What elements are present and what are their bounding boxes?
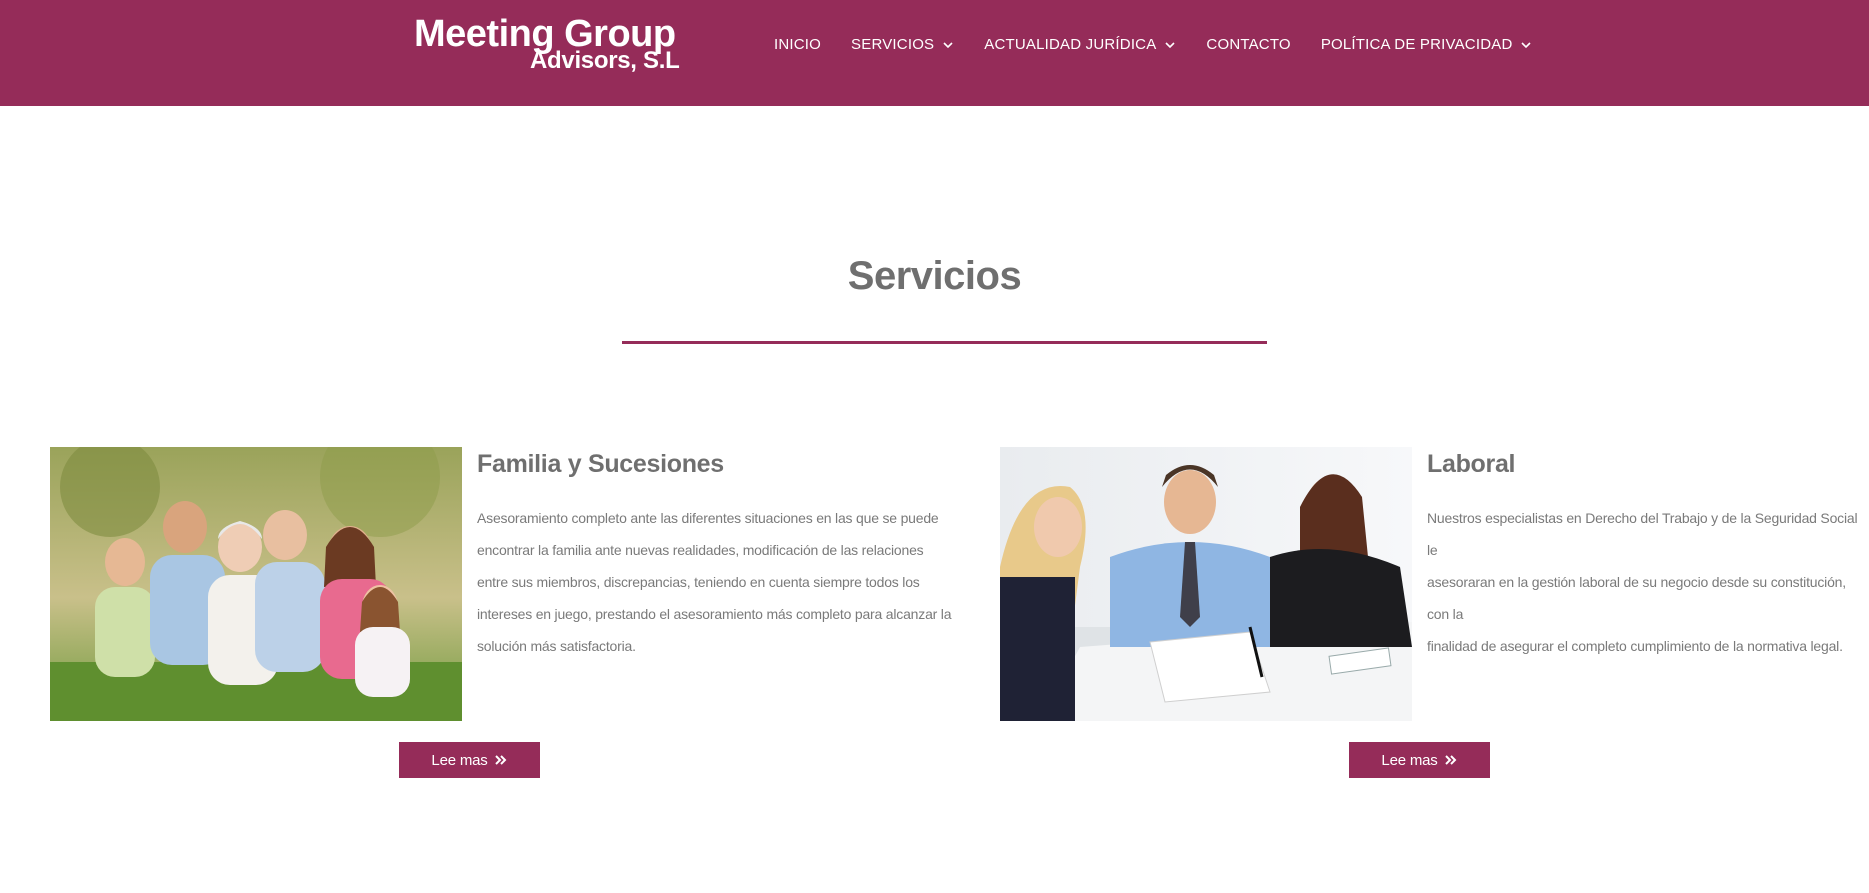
text-line: intereses en juego, prestando el asesora…	[477, 606, 952, 622]
card-text-laboral: Nuestros especialistas en Derecho del Tr…	[1427, 502, 1869, 662]
card-title-laboral: Laboral	[1427, 450, 1516, 478]
family-photo	[50, 447, 462, 721]
text-line: entre sus miembros, discrepancias, tenie…	[477, 574, 920, 590]
nav-item-actualidad-juridica[interactable]: ACTUALIDAD JURÍDICA	[984, 36, 1176, 53]
button-label: Lee mas	[1381, 751, 1438, 769]
main-nav: INICIO SERVICIOS ACTUALIDAD JURÍDICA CON…	[774, 36, 1562, 53]
nav-label: SERVICIOS	[851, 36, 935, 53]
title-divider	[622, 341, 1267, 344]
text-line: asesoraran en la gestión laboral de su n…	[1427, 574, 1846, 622]
chevron-down-icon	[1165, 41, 1175, 48]
nav-item-servicios[interactable]: SERVICIOS	[851, 36, 954, 53]
site-header: Meeting Group Advisors, S.L INICIO SERVI…	[0, 0, 1869, 106]
card-title-familia: Familia y Sucesiones	[477, 450, 724, 478]
site-logo[interactable]: Meeting Group Advisors, S.L	[414, 14, 680, 74]
text-line: finalidad de asegurar el completo cumpli…	[1427, 638, 1843, 654]
read-more-button-laboral[interactable]: Lee mas	[1349, 742, 1490, 778]
nav-item-inicio[interactable]: INICIO	[774, 36, 821, 53]
button-label: Lee mas	[431, 751, 488, 769]
double-chevron-right-icon	[494, 755, 506, 765]
logo-line-2: Advisors, S.L	[530, 47, 680, 74]
business-meeting-photo	[1000, 447, 1412, 721]
read-more-button-familia[interactable]: Lee mas	[399, 742, 540, 778]
nav-label: CONTACTO	[1206, 36, 1291, 53]
text-line: encontrar la familia ante nuevas realida…	[477, 542, 924, 558]
double-chevron-right-icon	[1444, 755, 1456, 765]
section-title: Servicios	[847, 254, 1022, 298]
text-line: Asesoramiento completo ante las diferent…	[477, 510, 939, 526]
nav-label: POLÍTICA DE PRIVACIDAD	[1320, 36, 1513, 53]
text-line: solución más satisfactoria.	[477, 638, 636, 654]
nav-label: ACTUALIDAD JURÍDICA	[984, 36, 1157, 53]
card-text-familia: Asesoramiento completo ante las diferent…	[477, 502, 952, 662]
chevron-down-icon	[943, 41, 953, 48]
chevron-down-icon	[1521, 41, 1532, 48]
nav-item-politica-privacidad[interactable]: POLÍTICA DE PRIVACIDAD	[1321, 36, 1533, 53]
text-line: Nuestros especialistas en Derecho del Tr…	[1427, 510, 1858, 558]
nav-item-contacto[interactable]: CONTACTO	[1206, 36, 1290, 53]
nav-label: INICIO	[774, 36, 822, 53]
